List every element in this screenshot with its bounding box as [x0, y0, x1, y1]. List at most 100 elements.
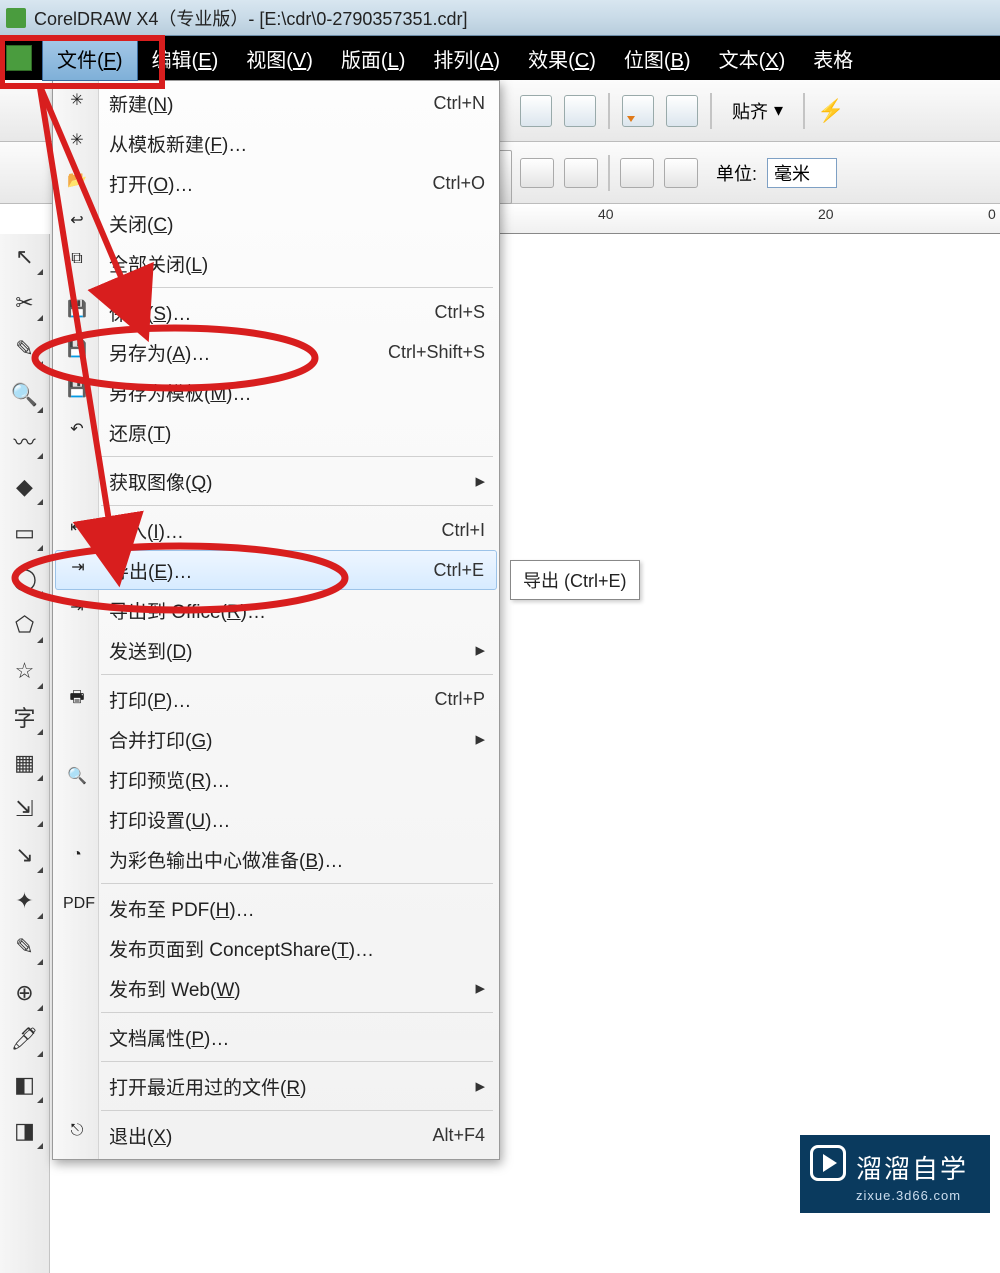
submenu-arrow-icon: ▸ — [475, 977, 485, 1000]
file-menu-item-30[interactable]: 打开最近用过的文件(R)▸ — [55, 1066, 497, 1106]
fill-tool[interactable]: 🖊 — [6, 1020, 44, 1058]
ruler-horizontal[interactable]: 40 20 0 — [498, 204, 1000, 234]
menu-item-label: 为彩色输出中心做准备(B)… — [109, 846, 485, 873]
menu-item-2[interactable]: 视图(V) — [232, 36, 327, 81]
file-menu-item-7[interactable]: 💾另存为(A)…Ctrl+Shift+S — [55, 332, 497, 372]
file-menu-item-2[interactable]: 📂打开(O)…Ctrl+O — [55, 163, 497, 203]
file-menu-item-28[interactable]: 文档属性(P)… — [55, 1017, 497, 1057]
toolbar-icon-c[interactable] — [622, 95, 654, 127]
file-menu-item-0[interactable]: ✳新建(N)Ctrl+N — [55, 83, 497, 123]
options-icon[interactable]: ⚡ — [817, 98, 844, 124]
toolbar-icon-b[interactable] — [564, 95, 596, 127]
freehand-tool[interactable]: 〰 — [6, 422, 44, 460]
zoom-tool[interactable]: 🔍 — [6, 376, 44, 414]
menu-separator — [101, 1012, 493, 1013]
file-menu-item-25[interactable]: 发布页面到 ConceptShare(T)… — [55, 928, 497, 968]
menu-item-5[interactable]: 效果(C) — [514, 36, 610, 81]
menu-item-label: 新建(N) — [109, 90, 433, 117]
basic-shapes-tool[interactable]: ☆ — [6, 652, 44, 690]
print-icon: 🖶 — [63, 686, 91, 712]
menu-shortcut: Ctrl+S — [434, 302, 485, 323]
title-bar: CorelDRAW X4（专业版）- [E:\cdr\0-2790357351.… — [0, 0, 1000, 36]
menu-item-label: 另存为模板(M)… — [109, 379, 485, 406]
eyedropper-tool[interactable]: ✎ — [6, 928, 44, 966]
menu-separator — [101, 1061, 493, 1062]
menu-item-label: 打印(P)… — [109, 686, 434, 713]
toolbar-icon-d[interactable] — [666, 95, 698, 127]
menu-item-label: 保存(S)… — [109, 299, 434, 326]
file-menu-item-9[interactable]: ↶还原(T) — [55, 412, 497, 452]
panel-handle[interactable] — [498, 150, 512, 204]
app-icon — [6, 8, 26, 28]
menu-item-label: 还原(T) — [109, 419, 485, 446]
menu-item-1[interactable]: 编辑(E) — [138, 36, 233, 81]
file-menu-item-20[interactable]: 🔍打印预览(R)… — [55, 759, 497, 799]
menu-item-label: 发布页面到 ConceptShare(T)… — [109, 935, 485, 962]
menu-item-8[interactable]: 表格 — [799, 36, 867, 81]
pick-tool[interactable]: ↖ — [6, 238, 44, 276]
exit-icon: ⎋ — [63, 1122, 91, 1148]
unit-select[interactable]: 毫米 — [767, 158, 837, 188]
separator — [803, 93, 805, 129]
separator — [608, 93, 610, 129]
toolbar-icon-a[interactable] — [520, 95, 552, 127]
tooltip-text: 导出 (Ctrl+E) — [523, 571, 627, 591]
export-office-icon: ⇥ — [63, 597, 91, 623]
file-menu-item-4[interactable]: ⧉全部关闭(L) — [55, 243, 497, 283]
file-menu-item-15[interactable]: ⇥导出到 Office(R)… — [55, 590, 497, 630]
rectangle-tool[interactable]: ▭ — [6, 514, 44, 552]
orientation-landscape-icon[interactable] — [564, 158, 598, 188]
file-menu-item-26[interactable]: 发布到 Web(W)▸ — [55, 968, 497, 1008]
shape-tool[interactable]: ✂ — [6, 284, 44, 322]
file-menu-item-16[interactable]: 发送到(D)▸ — [55, 630, 497, 670]
submenu-arrow-icon: ▸ — [475, 728, 485, 751]
menu-shortcut: Alt+F4 — [432, 1125, 485, 1146]
file-menu-item-19[interactable]: 合并打印(G)▸ — [55, 719, 497, 759]
file-menu-item-24[interactable]: PDF发布至 PDF(H)… — [55, 888, 497, 928]
outline-tool[interactable]: ⊕ — [6, 974, 44, 1012]
polygon-tool[interactable]: ⬠ — [6, 606, 44, 644]
menu-item-3[interactable]: 版面(L) — [327, 36, 419, 81]
file-menu-item-21[interactable]: 打印设置(U)… — [55, 799, 497, 839]
units-icon[interactable] — [664, 158, 698, 188]
new-icon: ✳ — [63, 90, 91, 116]
interactive-tool[interactable]: ✦ — [6, 882, 44, 920]
mesh-tool[interactable]: ◨ — [6, 1112, 44, 1150]
crop-tool[interactable]: ✎ — [6, 330, 44, 368]
file-menu-item-6[interactable]: 💾 保存(S)…Ctrl+S — [55, 292, 497, 332]
multi-page-icon[interactable] — [620, 158, 654, 188]
pdf-icon: PDF — [63, 895, 91, 921]
file-menu-item-3[interactable]: ↩关闭(C) — [55, 203, 497, 243]
file-menu-item-14[interactable]: ⇥导出(E)…Ctrl+E — [55, 550, 497, 590]
file-menu-item-18[interactable]: 🖶打印(P)…Ctrl+P — [55, 679, 497, 719]
orientation-portrait-icon[interactable] — [520, 158, 554, 188]
import-icon: ⇤ — [63, 517, 91, 543]
save-icon: 💾 — [63, 299, 91, 325]
separator — [710, 93, 712, 129]
tooltip: 导出 (Ctrl+E) — [510, 560, 640, 600]
snap-dropdown[interactable]: 贴齐 ▾ — [724, 94, 791, 128]
menu-item-6[interactable]: 位图(B) — [610, 36, 705, 81]
file-menu-item-13[interactable]: ⇤导入(I)…Ctrl+I — [55, 510, 497, 550]
file-menu-item-1[interactable]: ✳从模板新建(F)… — [55, 123, 497, 163]
separator — [608, 155, 610, 191]
interactive-fill-tool[interactable]: ◧ — [6, 1066, 44, 1104]
save-template-icon: 💾 — [63, 379, 91, 405]
menu-item-0[interactable]: 文件(F) — [42, 36, 138, 81]
file-menu-item-11[interactable]: 获取图像(Q)▸ — [55, 461, 497, 501]
ruler-tick: 20 — [818, 206, 834, 222]
connector-tool[interactable]: ↘ — [6, 836, 44, 874]
smart-fill-tool[interactable]: ◆ — [6, 468, 44, 506]
file-menu-item-22[interactable]: ◔为彩色输出中心做准备(B)… — [55, 839, 497, 879]
menu-separator — [101, 505, 493, 506]
file-menu-item-8[interactable]: 💾 另存为模板(M)… — [55, 372, 497, 412]
text-tool[interactable]: 字 — [6, 698, 44, 736]
table-tool[interactable]: ▦ — [6, 744, 44, 782]
menu-item-7[interactable]: 文本(X) — [705, 36, 800, 81]
file-menu-item-32[interactable]: ⎋退出(X)Alt+F4 — [55, 1115, 497, 1155]
app-icon-small[interactable] — [6, 45, 32, 71]
menu-separator — [101, 883, 493, 884]
ellipse-tool[interactable]: ◯ — [6, 560, 44, 598]
dimension-tool[interactable]: ⇲ — [6, 790, 44, 828]
menu-item-4[interactable]: 排列(A) — [419, 36, 514, 81]
